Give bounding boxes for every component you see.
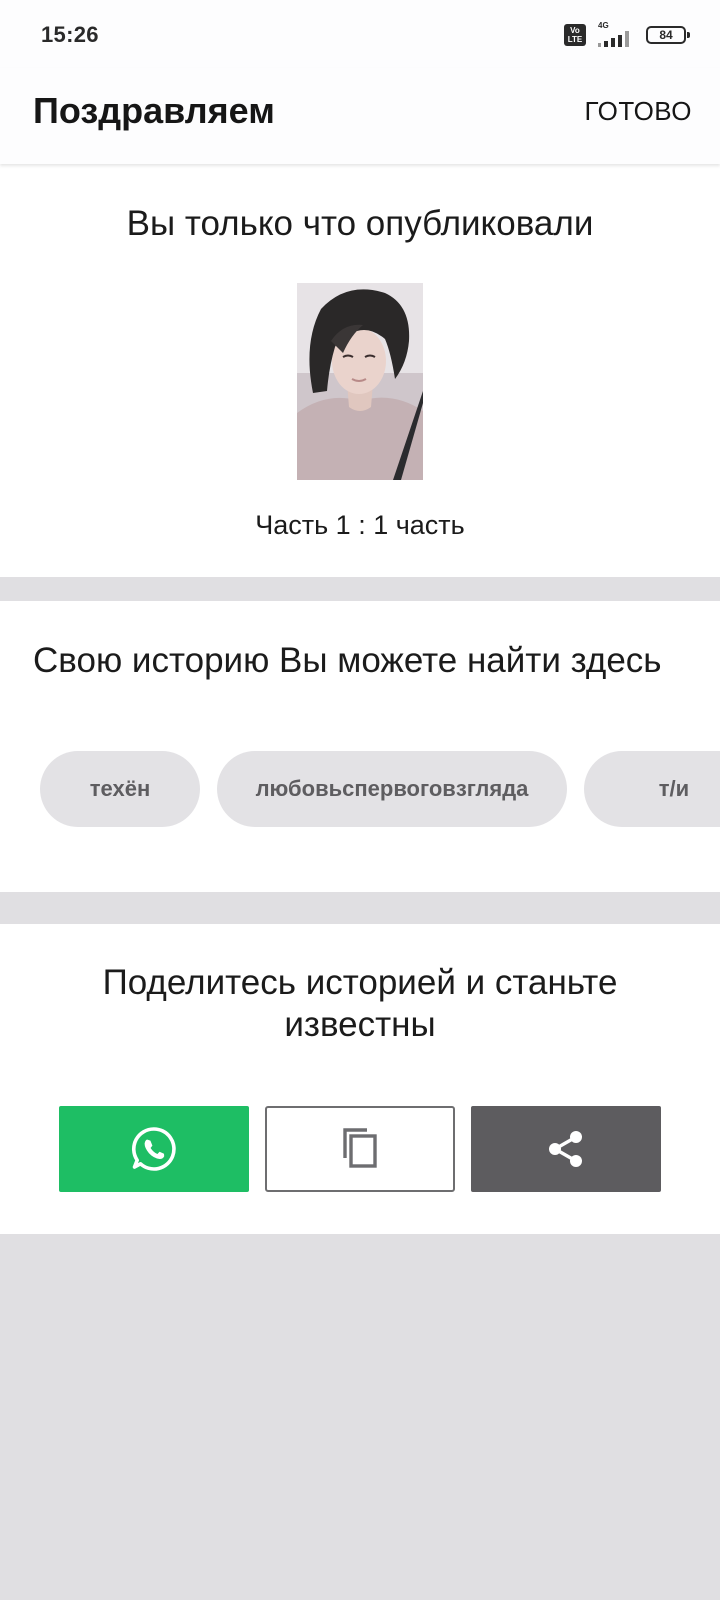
share-section: Поделитесь историей и станьте известны	[0, 924, 720, 1234]
status-icons: Vo LTE 4G 84	[564, 21, 690, 48]
status-bar: 15:26 Vo LTE 4G 84	[0, 0, 720, 68]
find-heading: Свою историю Вы можете найти здесь	[33, 641, 662, 680]
tag-list: техён любовьспервоговзгляда т/и	[40, 751, 720, 829]
status-time: 15:26	[41, 22, 99, 47]
volte-icon: Vo LTE	[564, 24, 586, 46]
published-section: Вы только что опубликовали Часть 1 : 1 ч…	[0, 164, 720, 577]
copy-icon	[343, 1128, 377, 1168]
whatsapp-icon	[131, 1127, 176, 1171]
page-title: Поздравляем	[33, 90, 275, 131]
whatsapp-share-button[interactable]	[59, 1106, 249, 1192]
copy-link-button[interactable]	[265, 1106, 455, 1192]
tag-chip[interactable]: техён	[40, 751, 200, 827]
app-bar: Поздравляем ГОТОВО	[0, 68, 720, 164]
tag-chip[interactable]: любовьспервоговзгляда	[217, 751, 567, 827]
battery-icon: 84	[646, 26, 690, 44]
share-heading: Поделитесь историей и станьте известны	[102, 963, 618, 1044]
network-type: 4G	[598, 21, 609, 30]
share-button[interactable]	[471, 1106, 661, 1192]
share-icon	[549, 1131, 582, 1167]
signal-icon: 4G	[596, 21, 636, 47]
story-cover-image[interactable]	[297, 283, 423, 480]
published-heading: Вы только что опубликовали	[126, 204, 594, 243]
tag-chip[interactable]: т/и	[584, 751, 720, 827]
find-section: Свою историю Вы можете найти здесь техён…	[0, 601, 720, 892]
cover-photo-icon	[297, 283, 423, 480]
done-button[interactable]: ГОТОВО	[581, 94, 696, 129]
part-label: Часть 1 : 1 часть	[255, 510, 465, 540]
